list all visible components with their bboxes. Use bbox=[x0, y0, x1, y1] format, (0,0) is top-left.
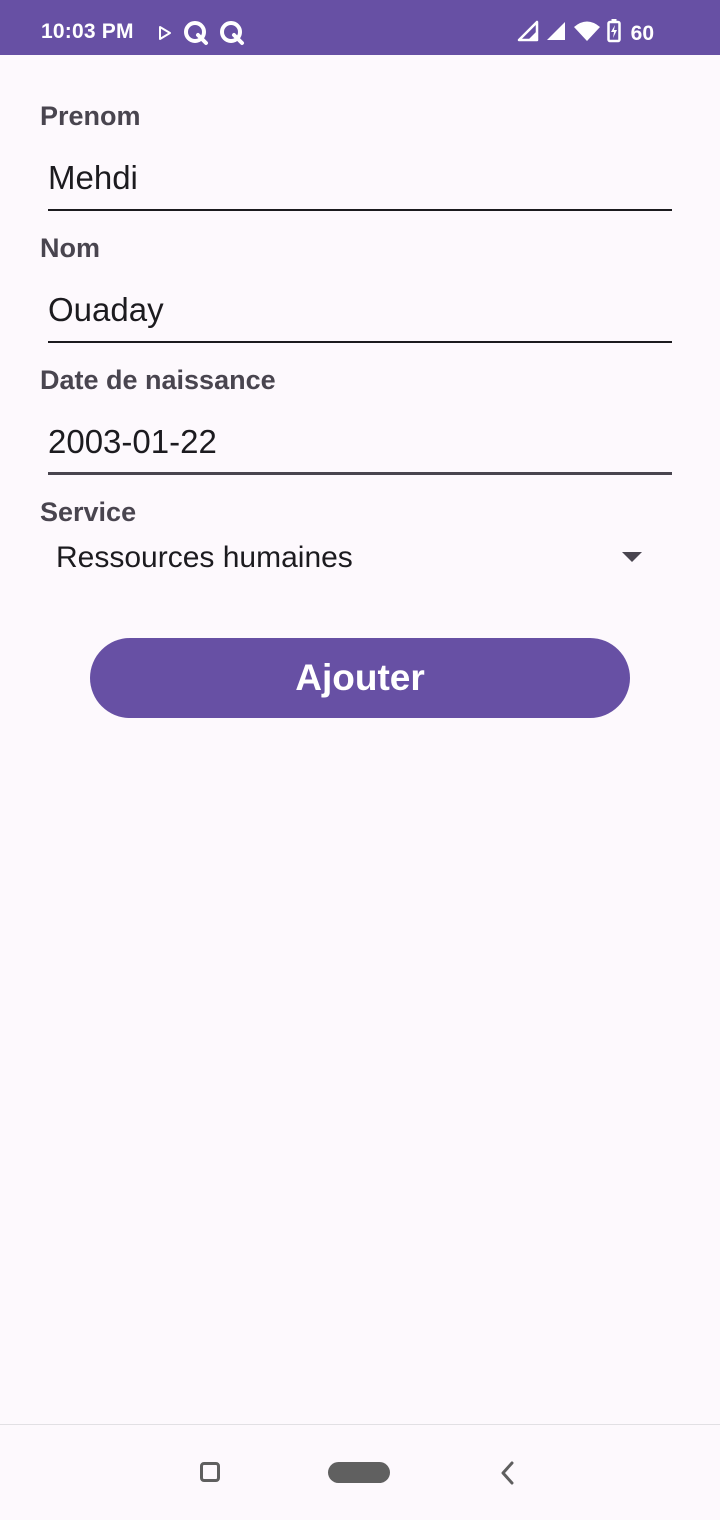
service-dropdown[interactable]: Ressources humaines bbox=[56, 536, 656, 580]
signal-icon bbox=[545, 20, 567, 47]
service-selected-value: Ressources humaines bbox=[56, 541, 353, 574]
back-icon[interactable] bbox=[498, 1460, 518, 1491]
recents-icon[interactable] bbox=[200, 1462, 220, 1482]
status-bar: 10:03 PM 60 bbox=[0, 0, 720, 55]
play-store-icon bbox=[157, 25, 173, 46]
date-naissance-input[interactable]: 2003-01-22 bbox=[48, 419, 672, 475]
date-naissance-label: Date de naissance bbox=[40, 365, 276, 395]
signal-icon bbox=[517, 20, 539, 47]
status-notification-icons bbox=[157, 20, 245, 51]
prenom-input[interactable]: Mehdi bbox=[48, 155, 672, 211]
home-pill-icon[interactable] bbox=[328, 1462, 390, 1483]
service-label: Service bbox=[40, 497, 137, 527]
q-app-icon bbox=[183, 20, 209, 51]
wifi-icon bbox=[573, 20, 601, 47]
prenom-label: Prenom bbox=[40, 101, 141, 131]
status-system-icons: 60 bbox=[517, 19, 654, 48]
q-app-icon bbox=[219, 20, 245, 51]
dropdown-arrow-icon bbox=[622, 549, 642, 567]
battery-level: 60 bbox=[630, 21, 654, 45]
nom-label: Nom bbox=[40, 233, 100, 263]
navigation-bar bbox=[0, 1425, 720, 1520]
add-button[interactable]: Ajouter bbox=[90, 638, 630, 718]
nom-input[interactable]: Ouaday bbox=[48, 287, 672, 343]
battery-charging-icon bbox=[606, 19, 621, 48]
status-time: 10:03 PM bbox=[41, 20, 134, 43]
